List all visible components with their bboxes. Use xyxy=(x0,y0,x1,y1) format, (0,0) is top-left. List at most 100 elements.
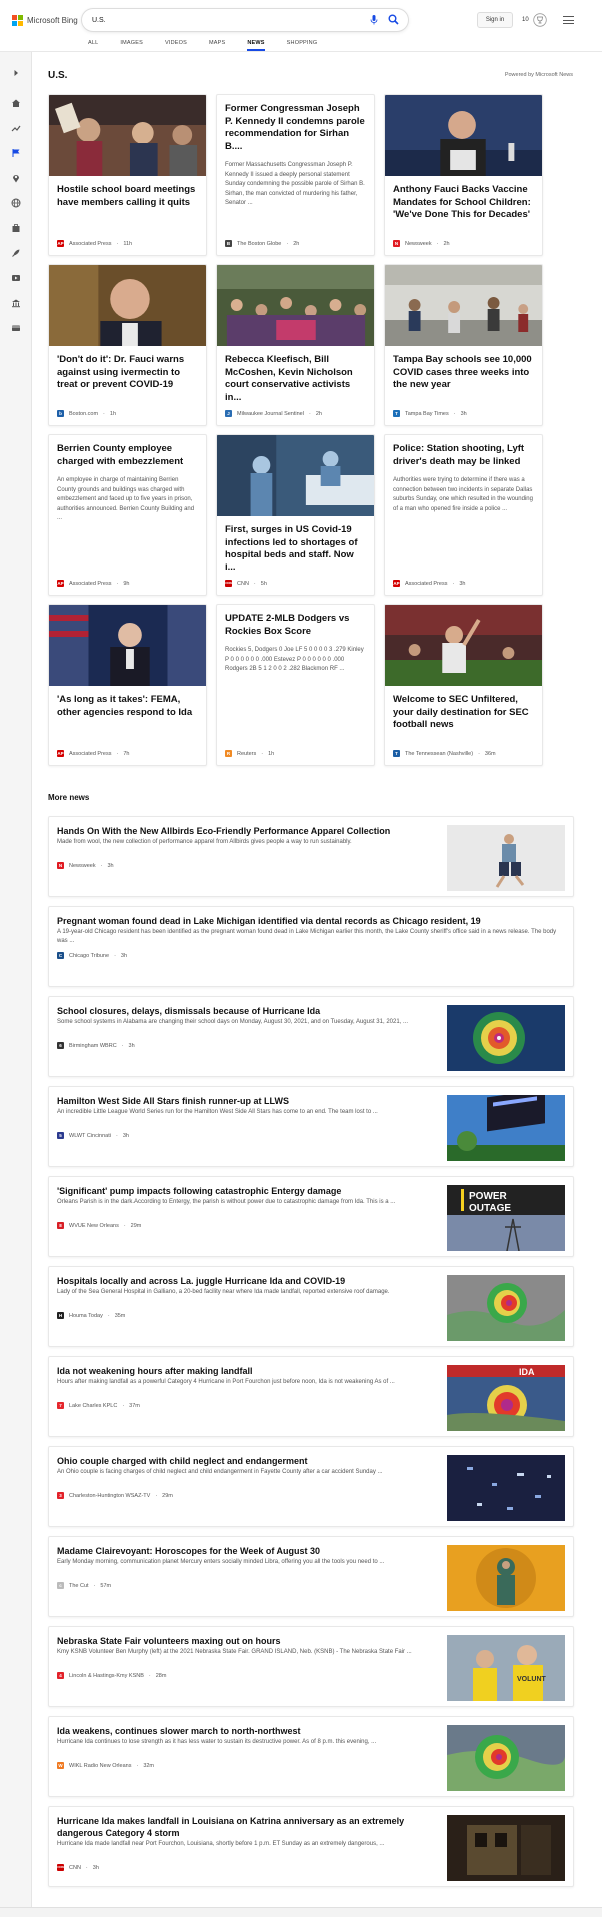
card-title[interactable]: Berrien County employee charged with emb… xyxy=(49,435,206,468)
money-icon[interactable] xyxy=(11,323,21,333)
location-pin-icon[interactable] xyxy=(11,173,21,183)
source-logo-icon: R xyxy=(225,750,232,757)
more-news-thumbnail[interactable] xyxy=(447,1545,565,1611)
more-news-item[interactable]: Madame Clairevoyant: Horoscopes for the … xyxy=(48,1536,574,1617)
source-age: 3h xyxy=(120,952,128,959)
card-title[interactable]: Hostile school board meetings have membe… xyxy=(49,176,206,209)
source-logo-icon: 3 xyxy=(57,1492,64,1499)
more-news-thumbnail[interactable]: POWEROUTAGE xyxy=(447,1185,565,1251)
news-card[interactable]: Tampa Bay schools see 10,000 COVID cases… xyxy=(384,264,543,426)
tab-all[interactable]: ALL xyxy=(88,40,98,51)
more-news-thumbnail[interactable]: VOLUNT xyxy=(447,1635,565,1701)
politics-capitol-icon[interactable] xyxy=(11,298,21,308)
more-news-title-link[interactable]: Ida not weakening hours after making lan… xyxy=(57,1365,427,1377)
more-news-snippet: Lady of the Sea General Hospital in Gall… xyxy=(57,1289,390,1295)
news-card[interactable]: Former Congressman Joseph P. Kennedy II … xyxy=(216,94,375,256)
tab-maps[interactable]: MAPS xyxy=(209,40,225,51)
card-title[interactable]: Anthony Fauci Backs Vaccine Mandates for… xyxy=(385,176,542,222)
source-name: Birmingham WBRC xyxy=(69,1042,117,1049)
card-title[interactable]: UPDATE 2-MLB Dodgers vs Rockies Box Scor… xyxy=(217,605,374,638)
source-age: 2h xyxy=(293,240,300,247)
news-card[interactable]: Welcome to SEC Unfiltered, your daily de… xyxy=(384,604,543,766)
card-title[interactable]: First, surges in US Covid-19 infections … xyxy=(217,516,374,574)
header-divider xyxy=(0,51,602,52)
science-rocket-icon[interactable] xyxy=(11,248,21,258)
more-news-title-link[interactable]: Pregnant woman found dead in Lake Michig… xyxy=(57,915,563,927)
news-card[interactable]: Hostile school board meetings have membe… xyxy=(48,94,207,256)
search-icon[interactable] xyxy=(388,14,399,25)
card-title[interactable]: Welcome to SEC Unfiltered, your daily de… xyxy=(385,686,542,732)
card-image-football xyxy=(385,605,542,686)
more-news-item[interactable]: Hamilton West Side All Stars finish runn… xyxy=(48,1086,574,1167)
tab-news[interactable]: NEWS xyxy=(247,40,265,51)
more-news-title-link[interactable]: Hamilton West Side All Stars finish runn… xyxy=(57,1095,427,1107)
more-news-source: W WIKL Radio New Orleans · 32m xyxy=(57,1762,154,1769)
more-news-item[interactable]: Ohio couple charged with child neglect a… xyxy=(48,1446,574,1527)
source-age: 29m xyxy=(130,1222,142,1229)
more-news-thumbnail[interactable] xyxy=(447,1275,565,1341)
more-news-item[interactable]: Hands On With the New Allbirds Eco-Frien… xyxy=(48,816,574,897)
source-logo-icon: CNN xyxy=(57,1864,64,1871)
more-news-item[interactable]: Ida weakens, continues slower march to n… xyxy=(48,1716,574,1797)
more-news-item[interactable]: Hospitals locally and across La. juggle … xyxy=(48,1266,574,1347)
more-news-item[interactable]: Hurricane Ida makes landfall in Louisian… xyxy=(48,1806,574,1887)
more-news-thumbnail[interactable] xyxy=(447,1005,565,1071)
card-snippet: An employee in charge of maintaining Ber… xyxy=(57,477,195,521)
tab-shopping[interactable]: SHOPPING xyxy=(287,40,318,51)
hamburger-menu-icon[interactable] xyxy=(563,16,574,24)
globe-icon[interactable] xyxy=(11,198,21,208)
more-news-thumbnail[interactable] xyxy=(447,1095,565,1161)
more-news-item[interactable]: Pregnant woman found dead in Lake Michig… xyxy=(48,906,574,987)
more-news-title-link[interactable]: Hospitals locally and across La. juggle … xyxy=(57,1275,427,1287)
sign-in-button[interactable]: Sign in xyxy=(477,12,513,28)
news-card[interactable]: 'As long as it takes': FEMA, other agenc… xyxy=(48,604,207,766)
more-news-title-link[interactable]: Madame Clairevoyant: Horoscopes for the … xyxy=(57,1545,427,1557)
more-news-title: More news xyxy=(48,793,90,802)
card-title[interactable]: Rebecca Kleefisch, Bill McCoshen, Kevin … xyxy=(217,346,374,404)
news-card[interactable]: UPDATE 2-MLB Dodgers vs Rockies Box Scor… xyxy=(216,604,375,766)
news-card[interactable]: Berrien County employee charged with emb… xyxy=(48,434,207,596)
search-input[interactable] xyxy=(92,9,342,31)
more-news-title-link[interactable]: 'Significant' pump impacts following cat… xyxy=(57,1185,427,1197)
more-news-item[interactable]: School closures, delays, dismissals beca… xyxy=(48,996,574,1077)
card-title[interactable]: Former Congressman Joseph P. Kennedy II … xyxy=(217,95,374,153)
more-news-thumbnail[interactable] xyxy=(447,1725,565,1791)
card-title[interactable]: 'Don't do it': Dr. Fauci warns against u… xyxy=(49,346,206,392)
card-title[interactable]: 'As long as it takes': FEMA, other agenc… xyxy=(49,686,206,719)
tab-videos[interactable]: VIDEOS xyxy=(165,40,187,51)
card-title[interactable]: Tampa Bay schools see 10,000 COVID cases… xyxy=(385,346,542,392)
home-icon[interactable] xyxy=(11,98,21,108)
more-news-thumbnail[interactable] xyxy=(447,1815,565,1881)
more-news-title-link[interactable]: Ohio couple charged with child neglect a… xyxy=(57,1455,427,1467)
source-name: Tampa Bay Times xyxy=(405,410,449,417)
bing-logo[interactable]: Microsoft Bing xyxy=(12,15,78,26)
card-title[interactable]: Police: Station shooting, Lyft driver's … xyxy=(385,435,542,468)
more-news-thumbnail[interactable]: IDA xyxy=(447,1365,565,1431)
more-news-item[interactable]: 'Significant' pump impacts following cat… xyxy=(48,1176,574,1257)
more-news-thumbnail[interactable] xyxy=(447,1455,565,1521)
microphone-icon[interactable] xyxy=(370,15,378,25)
expand-chevron-icon[interactable] xyxy=(11,68,21,78)
business-icon[interactable] xyxy=(11,223,21,233)
more-news-item[interactable]: Ida not weakening hours after making lan… xyxy=(48,1356,574,1437)
more-news-title-link[interactable]: Hands On With the New Allbirds Eco-Frien… xyxy=(57,825,427,837)
more-news-thumbnail[interactable] xyxy=(447,825,565,891)
news-card[interactable]: Rebecca Kleefisch, Bill McCoshen, Kevin … xyxy=(216,264,375,426)
source-name: Chicago Tribune xyxy=(69,952,110,959)
entertainment-icon[interactable] xyxy=(11,273,21,283)
tab-images[interactable]: IMAGES xyxy=(120,40,143,51)
trending-icon[interactable] xyxy=(11,123,21,133)
more-news-title-link[interactable]: School closures, delays, dismissals beca… xyxy=(57,1005,427,1017)
rewards-trophy-icon[interactable] xyxy=(533,13,547,27)
more-news-title-link[interactable]: Hurricane Ida makes landfall in Louisian… xyxy=(57,1815,427,1839)
news-card[interactable]: Anthony Fauci Backs Vaccine Mandates for… xyxy=(384,94,543,256)
us-flag-icon[interactable] xyxy=(11,148,21,158)
news-card[interactable]: Police: Station shooting, Lyft driver's … xyxy=(384,434,543,596)
news-card[interactable]: 'Don't do it': Dr. Fauci warns against u… xyxy=(48,264,207,426)
news-card[interactable]: First, surges in US Covid-19 infections … xyxy=(216,434,375,596)
source-age: 35m xyxy=(114,1312,126,1319)
more-news-title-link[interactable]: Nebraska State Fair volunteers maxing ou… xyxy=(57,1635,427,1647)
more-news-source: 6 Birmingham WBRC · 3h xyxy=(57,1042,135,1049)
more-news-title-link[interactable]: Ida weakens, continues slower march to n… xyxy=(57,1725,427,1737)
more-news-item[interactable]: Nebraska State Fair volunteers maxing ou… xyxy=(48,1626,574,1707)
